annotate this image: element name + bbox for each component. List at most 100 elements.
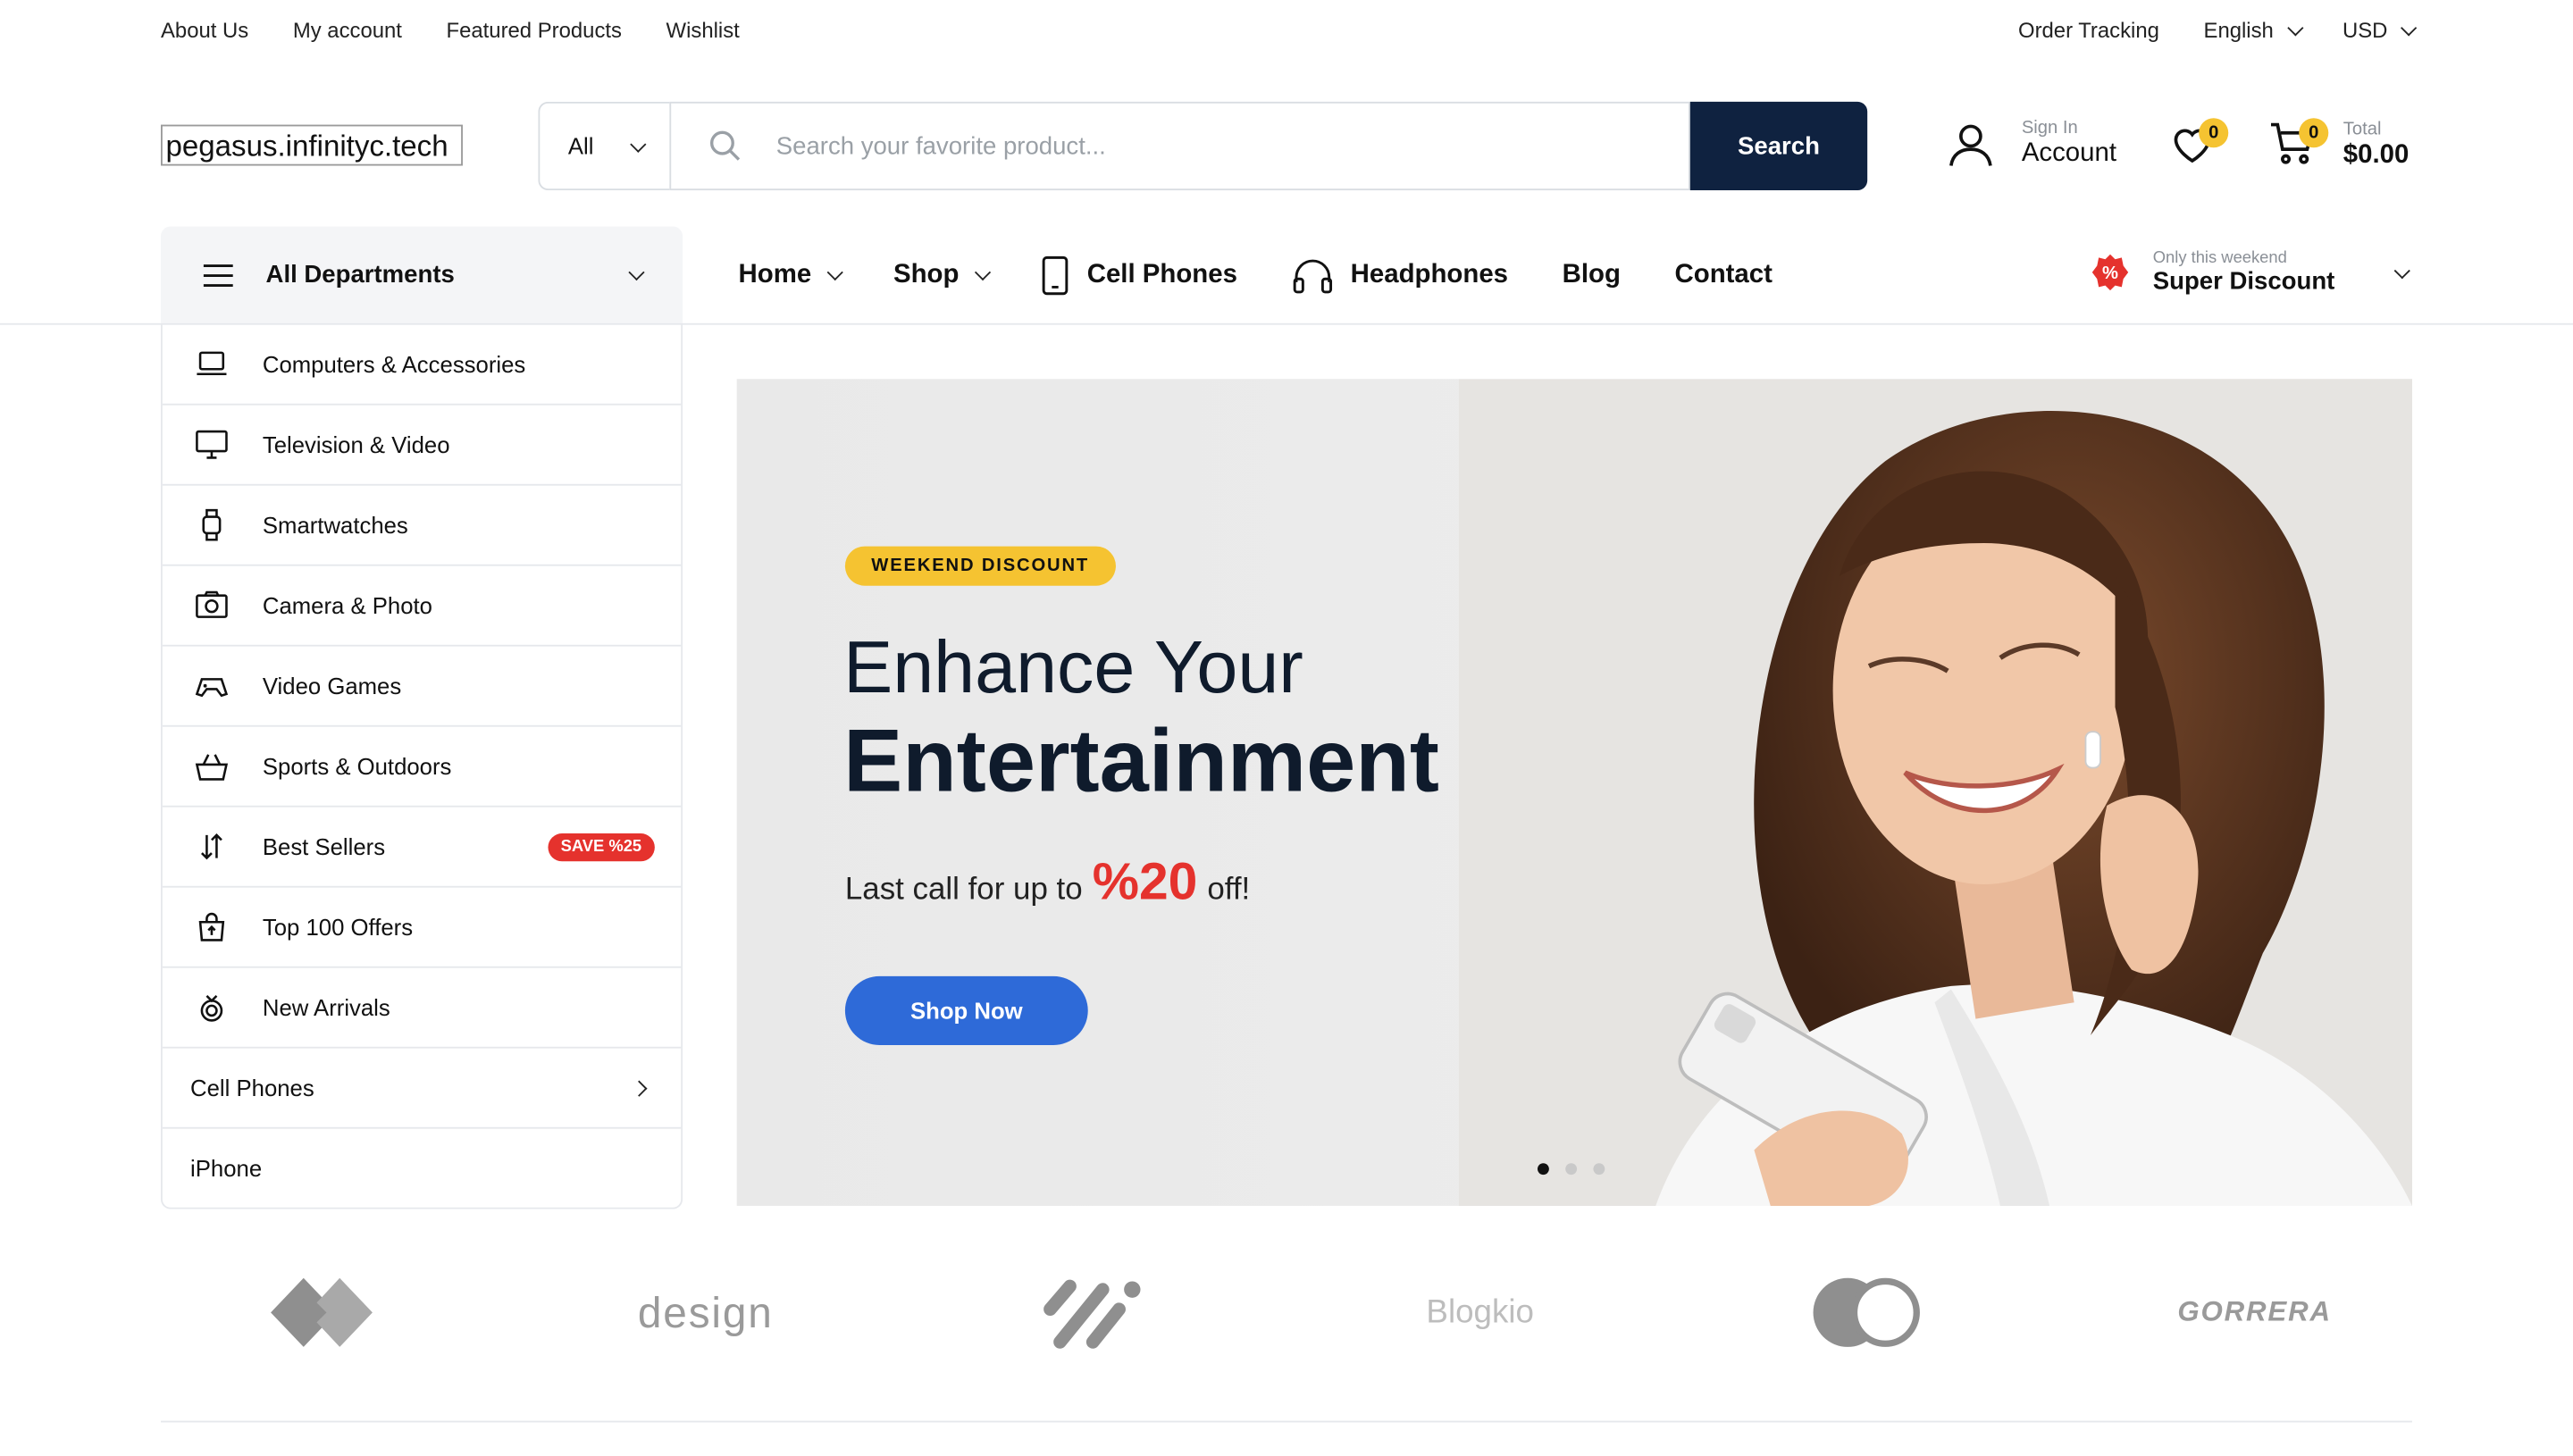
currency-dropdown[interactable]: USD: [2342, 17, 2418, 42]
hero-discount-percent: %20: [1092, 851, 1198, 911]
brand-gorrera[interactable]: GORRERA: [2156, 1263, 2352, 1361]
brand-circles-logo[interactable]: [1802, 1263, 1933, 1361]
department-item[interactable]: Computers & Accessories: [163, 323, 681, 404]
diamond-logo-icon: [271, 1277, 373, 1347]
cart-small-label: Total: [2343, 119, 2382, 139]
department-item[interactable]: Video Games: [162, 644, 682, 725]
camera-icon: [196, 590, 228, 618]
department-item[interactable]: Cell Phones: [162, 1046, 682, 1127]
language-dropdown[interactable]: English: [2203, 17, 2303, 42]
department-item[interactable]: Sports & Outdoors: [162, 724, 682, 806]
top-bar: About Us My account Featured Products Wi…: [161, 0, 2418, 59]
chevron-down-icon: [827, 264, 844, 281]
wishlist-link[interactable]: Wishlist: [666, 17, 740, 42]
super-discount-dropdown[interactable]: % Only this weekend Super Discount: [2091, 249, 2410, 296]
circles-logo-icon: [1813, 1277, 1920, 1347]
search-input[interactable]: [773, 130, 1633, 162]
brand-diamond-logo[interactable]: [259, 1263, 390, 1361]
department-item[interactable]: Top 100 Offers: [162, 885, 682, 966]
account-link[interactable]: Sign In Account: [1946, 118, 2116, 169]
department-item[interactable]: Best Sellers SAVE %25: [162, 805, 682, 886]
department-item[interactable]: Camera & Photo: [162, 564, 682, 645]
slider-dot[interactable]: [1593, 1163, 1605, 1176]
laptop-icon: [197, 350, 227, 375]
hero-banner: WEEKEND DISCOUNT Enhance Your Entertainm…: [736, 379, 2412, 1206]
nav-cell-phones-label: Cell Phones: [1086, 260, 1237, 289]
currency-label: USD: [2342, 17, 2388, 42]
department-item[interactable]: Television & Video: [162, 403, 682, 484]
department-item[interactable]: iPhone: [162, 1126, 682, 1208]
nav-item-home[interactable]: Home: [739, 260, 844, 289]
department-label: iPhone: [190, 1155, 263, 1182]
account-small-label: Sign In: [2021, 118, 2078, 138]
about-us-link[interactable]: About Us: [161, 17, 248, 42]
basket-icon: [195, 754, 229, 781]
department-label: Computers & Accessories: [262, 350, 526, 377]
sort-icon: [201, 833, 222, 860]
nav-headphones-label: Headphones: [1350, 260, 1509, 289]
save-badge: SAVE %25: [547, 833, 655, 861]
hero-title-line2: Entertainment: [843, 712, 1439, 811]
nav-item-headphones[interactable]: Headphones: [1292, 255, 1508, 295]
language-label: English: [2203, 17, 2274, 42]
cart-count-badge: 0: [2299, 118, 2329, 148]
headphones-icon: [1293, 258, 1333, 293]
nav-item-blog[interactable]: Blog: [1563, 260, 1621, 289]
slash-logo-icon: [1043, 1279, 1141, 1349]
brand-blogkio[interactable]: Blogkio: [1379, 1263, 1582, 1361]
search-button[interactable]: Search: [1689, 101, 1868, 191]
shop-now-button[interactable]: Shop Now: [844, 975, 1088, 1045]
wishlist-button[interactable]: 0: [2169, 118, 2229, 171]
all-departments-toggle[interactable]: All Departments: [160, 226, 683, 323]
cart-icon-wrap: 0: [2267, 118, 2329, 171]
my-account-link[interactable]: My account: [293, 17, 402, 42]
nav-item-shop[interactable]: Shop: [893, 260, 992, 289]
hero-title-line1: Enhance Your: [843, 624, 1303, 709]
chevron-down-icon: [975, 264, 992, 281]
phone-icon: [1043, 255, 1069, 295]
slider-dot[interactable]: [1537, 1163, 1549, 1176]
slider-dots: [1537, 1163, 1605, 1176]
hero-tag: WEEKEND DISCOUNT: [844, 546, 1116, 586]
search-bar: All Search: [538, 101, 1868, 191]
monitor-icon: [196, 430, 228, 459]
ring-icon: [200, 994, 223, 1022]
search-category-select[interactable]: All: [538, 101, 670, 191]
chevron-down-icon: [2401, 19, 2418, 36]
chevron-down-icon: [2286, 19, 2303, 36]
wishlist-count-badge: 0: [2199, 118, 2229, 148]
chevron-down-icon: [629, 135, 647, 152]
bag-icon: [198, 912, 225, 941]
discount-badge-icon: %: [2091, 254, 2129, 291]
department-item[interactable]: Smartwatches: [162, 483, 682, 565]
brand-slash-logo[interactable]: [1027, 1263, 1159, 1361]
department-label: Television & Video: [262, 431, 450, 458]
promo-small-label: Only this weekend: [2152, 249, 2287, 268]
main-nav: Home Shop Cell Phones Headphones Blog Co…: [739, 226, 1773, 322]
department-label: Sports & Outdoors: [262, 753, 452, 780]
nav-item-contact[interactable]: Contact: [1675, 260, 1773, 289]
site-logo[interactable]: pegasus.infinityc.tech: [160, 124, 463, 166]
hero-subtitle-post: off!: [1207, 873, 1251, 908]
departments-list: Computers & Accessories Television & Vid…: [160, 322, 683, 1209]
order-tracking-link[interactable]: Order Tracking: [2018, 17, 2159, 42]
menu-icon: [203, 264, 233, 287]
department-label: Smartwatches: [262, 512, 408, 539]
nav-shop-label: Shop: [893, 260, 960, 289]
watch-icon: [202, 508, 222, 541]
chevron-down-icon: [2393, 262, 2410, 279]
brand-design[interactable]: design: [604, 1263, 808, 1361]
slider-dot[interactable]: [1565, 1163, 1578, 1176]
all-departments-label: All Departments: [265, 261, 455, 289]
nav-item-cell-phones[interactable]: Cell Phones: [1041, 255, 1237, 295]
account-label: Account: [2021, 139, 2116, 168]
nav-contact-label: Contact: [1674, 260, 1773, 289]
hero-subtitle: Last call for up to %20 off!: [845, 851, 1250, 912]
department-label: Video Games: [262, 673, 402, 699]
search-icon: [709, 130, 741, 161]
cart-button[interactable]: 0 Total $0.00: [2267, 118, 2409, 171]
department-item[interactable]: New Arrivals: [162, 966, 682, 1047]
featured-products-link[interactable]: Featured Products: [447, 17, 622, 42]
department-label: Camera & Photo: [262, 592, 432, 619]
department-label: Top 100 Offers: [262, 914, 414, 941]
